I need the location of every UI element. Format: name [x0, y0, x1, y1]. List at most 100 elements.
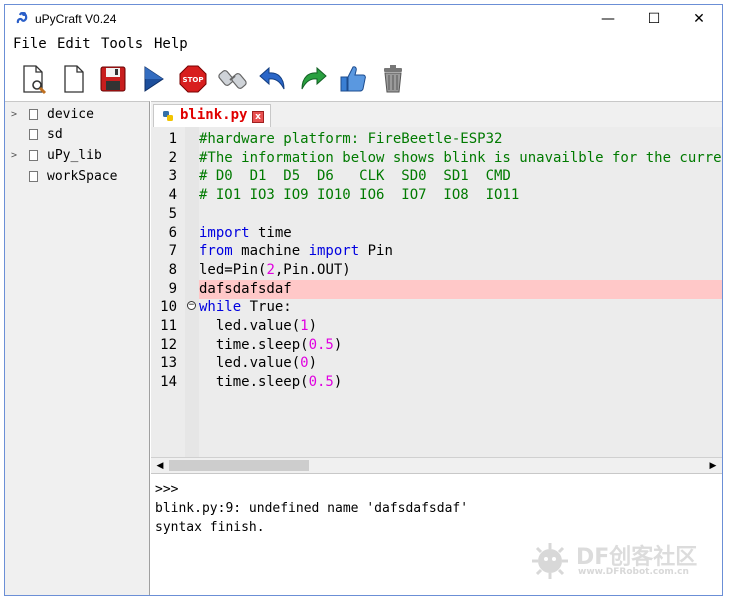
code-token: led=Pin(	[199, 261, 267, 278]
code-line[interactable]: 3 # D0 D1 D5 D6 CLK SD0 SD1 CMD	[151, 167, 722, 186]
code-line[interactable]: 1 #hardware platform: FireBeetle-ESP32	[151, 130, 722, 149]
code-token: Pin	[359, 243, 393, 260]
run-button[interactable]	[137, 63, 169, 95]
open-file-button[interactable]	[57, 63, 89, 95]
watermark-url: www.DFRobot.com.cn	[578, 567, 689, 577]
editor-tab-bar: blink.py x	[151, 101, 722, 128]
file-icon	[29, 150, 38, 161]
code-text: #hardware platform: FireBeetle-ESP32	[199, 131, 502, 147]
code-line[interactable]: 7 from machine import Pin	[151, 242, 722, 261]
code-line[interactable]: 2 #The information below shows blink is u…	[151, 149, 722, 168]
code-line[interactable]: 11 led.value(1)	[151, 317, 722, 336]
code-keyword: import	[199, 224, 250, 241]
code-text: time.sleep(0.5)	[199, 337, 342, 353]
line-number: 10	[160, 299, 177, 316]
line-number: 1	[168, 131, 177, 147]
close-window-button[interactable]: ✕	[676, 5, 722, 33]
python-file-icon	[163, 111, 173, 121]
code-token: )	[333, 336, 343, 353]
code-comment: # D0 D1 D5 D6 CLK SD0 SD1 CMD	[199, 168, 511, 185]
terminal-status-line: syntax finish.	[155, 520, 265, 535]
line-number: 4	[168, 187, 177, 204]
tree-item-workspace[interactable]: workSpace	[5, 168, 150, 188]
code-line[interactable]: 12 time.sleep(0.5)	[151, 336, 722, 355]
code-editor[interactable]: 1 #hardware platform: FireBeetle-ESP32 2 #T…	[151, 127, 722, 457]
tree-label: device	[47, 107, 94, 122]
redo-icon	[301, 66, 327, 90]
stop-icon: STOP	[179, 65, 207, 93]
menu-file[interactable]: File	[13, 36, 47, 52]
tree-item-sd[interactable]: sd	[5, 126, 150, 146]
code-token: led.value(	[199, 318, 301, 334]
redo-button[interactable]	[297, 63, 329, 95]
code-line[interactable]: 10− while True:	[151, 298, 722, 317]
code-token: time.sleep(	[199, 374, 309, 391]
expand-arrow-icon[interactable]: >	[11, 150, 17, 161]
code-token: )	[333, 374, 343, 391]
code-line[interactable]: 6 import time	[151, 224, 722, 243]
undo-button[interactable]	[257, 63, 289, 95]
code-text: time.sleep(0.5)	[199, 374, 342, 390]
save-button[interactable]	[97, 63, 129, 95]
title-bar: uPyCraft V0.24 — ☐ ✕	[5, 5, 722, 33]
line-number: 3	[168, 168, 177, 185]
menu-help[interactable]: Help	[154, 36, 188, 52]
code-comment: #The information below shows blink is un…	[199, 149, 722, 166]
code-comment: # IO1 IO3 IO9 IO10 IO6 IO7 IO8 IO11	[199, 187, 520, 204]
code-text: while True:	[199, 299, 292, 315]
line-number: 14	[160, 374, 177, 391]
expand-arrow-icon[interactable]: >	[11, 109, 17, 120]
clear-button[interactable]	[377, 63, 409, 95]
file-tree-sidebar: > device sd > uPy_lib workSpace	[5, 101, 150, 595]
tab-label: blink.py	[180, 107, 248, 123]
file-icon	[29, 109, 38, 120]
code-keyword: while	[199, 299, 242, 316]
menu-edit[interactable]: Edit	[57, 36, 91, 52]
line-number: 6	[168, 224, 177, 241]
code-line[interactable]: 4 # IO1 IO3 IO9 IO10 IO6 IO7 IO8 IO11	[151, 186, 722, 205]
code-token: led.value(	[199, 355, 301, 372]
code-token: True:	[241, 299, 292, 316]
terminal-error-line: blink.py:9: undefined name 'dafsdafsdaf'	[155, 501, 469, 516]
menu-bar: File Edit Tools Help	[5, 33, 722, 55]
tab-blink-py[interactable]: blink.py x	[153, 104, 271, 128]
code-token: )	[308, 318, 318, 334]
line-number: 12	[160, 336, 177, 353]
svg-text:STOP: STOP	[183, 76, 204, 84]
maximize-button[interactable]: ☐	[631, 5, 677, 33]
clear-icon	[384, 65, 402, 93]
code-line[interactable]: 9 dafsdafsdaf	[151, 279, 722, 299]
code-line[interactable]: 14 time.sleep(0.5)	[151, 373, 722, 392]
tab-close-icon[interactable]: x	[252, 111, 264, 123]
line-number: 7	[168, 243, 177, 260]
app-window: uPyCraft V0.24 — ☐ ✕ File Edit Tools Hel…	[4, 4, 723, 596]
connect-button[interactable]	[217, 63, 249, 95]
line-number: 13	[160, 355, 177, 372]
minimize-button[interactable]: —	[585, 5, 631, 33]
code-line[interactable]: 5	[151, 205, 722, 224]
scroll-thumb[interactable]	[169, 460, 309, 471]
code-text: from machine import Pin	[199, 243, 393, 259]
tree-item-upy-lib[interactable]: > uPy_lib	[5, 147, 150, 167]
code-token: time	[249, 224, 292, 241]
horizontal-scrollbar[interactable]: ◀ ▶	[151, 457, 722, 473]
stop-button[interactable]: STOP	[177, 63, 209, 95]
fold-collapse-icon[interactable]: −	[187, 301, 196, 311]
code-number: 0.5	[308, 374, 334, 391]
tree-item-device[interactable]: > device	[5, 106, 150, 126]
save-icon	[100, 66, 126, 92]
code-line[interactable]: 8 led=Pin(2,Pin.OUT)	[151, 261, 722, 280]
tree-label: sd	[47, 127, 63, 142]
code-text: dafsdafsdaf	[199, 281, 292, 297]
toolbar: STOP	[5, 57, 722, 101]
terminal-output[interactable]: >>> blink.py:9: undefined name 'dafsdafs…	[151, 473, 722, 595]
scroll-right-icon[interactable]: ▶	[706, 459, 720, 473]
menu-tools[interactable]: Tools	[101, 36, 143, 52]
code-token: time.sleep(	[199, 336, 309, 353]
scroll-left-icon[interactable]: ◀	[153, 459, 167, 473]
code-line[interactable]: 13 led.value(0)	[151, 354, 722, 373]
dfrobot-logo-icon	[532, 543, 568, 579]
syntax-check-button[interactable]	[337, 63, 369, 95]
code-keyword: from	[199, 243, 233, 260]
new-file-button[interactable]	[17, 63, 49, 95]
